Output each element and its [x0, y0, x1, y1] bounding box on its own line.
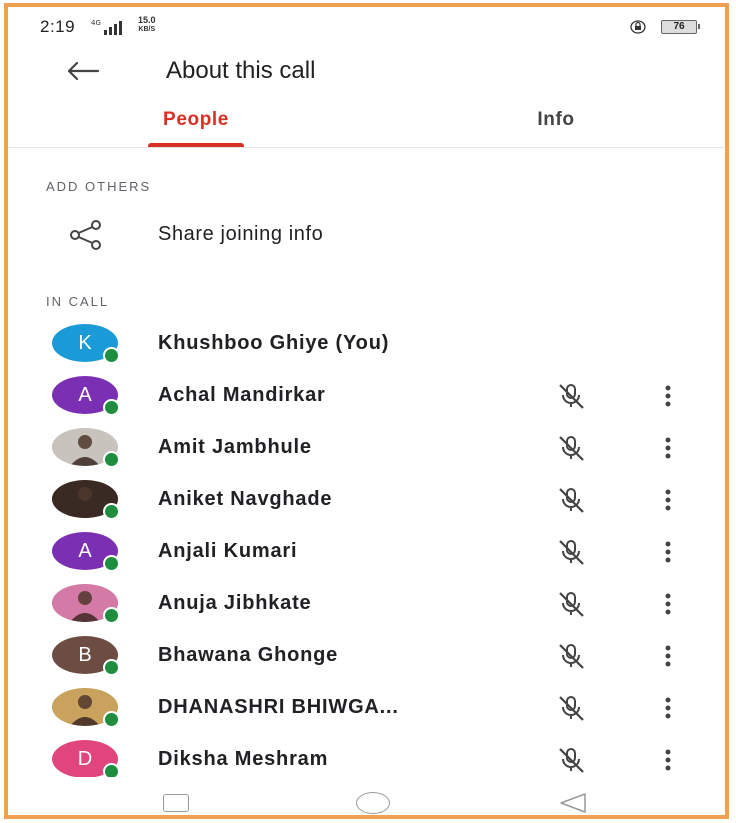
more-options-icon[interactable] [658, 642, 678, 670]
participant-name: Achal Mandirkar [158, 384, 326, 406]
more-options-icon[interactable] [658, 486, 678, 514]
recent-apps-button[interactable] [163, 794, 189, 812]
avatar-initial: A [78, 383, 92, 406]
more-options-icon[interactable] [658, 694, 678, 722]
arrow-back-icon [67, 61, 100, 81]
battery-icon: 76 [661, 20, 700, 34]
participant-row[interactable]: Aniket Navghade [8, 476, 725, 528]
participant-name: DHANASHRI BHIWGA... [158, 696, 399, 718]
mic-off-icon[interactable] [553, 382, 589, 410]
more-options-icon[interactable] [658, 434, 678, 462]
home-button[interactable] [356, 792, 390, 814]
avatar [52, 688, 120, 728]
mic-off-icon[interactable] [553, 538, 589, 566]
in-call-heading: IN CALL [46, 294, 110, 309]
back-button[interactable] [63, 53, 103, 89]
status-time: 2:19 [40, 17, 76, 36]
avatar-initial: A [78, 539, 92, 562]
share-joining-info-label: Share joining info [158, 223, 324, 245]
participant-row[interactable]: A Achal Mandirkar [8, 372, 725, 424]
online-status-dot [103, 451, 120, 468]
network-type: 4G [91, 19, 101, 27]
participant-name: Anjali Kumari [158, 540, 298, 562]
more-options-icon[interactable] [658, 382, 678, 410]
page-title: About this call [166, 57, 316, 84]
mic-off-icon[interactable] [553, 590, 589, 618]
more-options-icon[interactable] [658, 538, 678, 566]
participant-name: Khushboo Ghiye (You) [158, 332, 390, 354]
participant-row[interactable]: Amit Jambhule [8, 424, 725, 476]
participant-name: Diksha Meshram [158, 748, 329, 770]
tab-info[interactable]: Info [466, 102, 646, 147]
avatar: K [52, 324, 120, 364]
participant-name: Bhawana Ghonge [158, 644, 339, 666]
tab-people[interactable]: People [106, 102, 286, 147]
participant-name: Aniket Navghade [158, 488, 333, 510]
online-status-dot [103, 659, 120, 676]
battery-level: 76 [673, 21, 685, 32]
avatar-initial: K [78, 331, 92, 354]
online-status-dot [103, 711, 120, 728]
share-joining-info-item[interactable]: Share joining info [8, 207, 725, 263]
app-header: About this call [8, 47, 725, 97]
participant-row[interactable]: Anuja Jibhkate [8, 580, 725, 632]
online-status-dot [103, 399, 120, 416]
online-status-dot [103, 607, 120, 624]
more-options-icon[interactable] [658, 746, 678, 774]
avatar: A [52, 376, 120, 416]
avatar-initial: B [78, 643, 92, 666]
screenshot-frame: 2:19 4G 15.0 KB/S 76 About this call Peo… [4, 3, 729, 819]
participant-row[interactable]: DHANASHRI BHIWGA... [8, 684, 725, 736]
avatar: D [52, 740, 120, 780]
avatar-initial: D [77, 747, 93, 770]
avatar [52, 584, 120, 624]
add-others-heading: ADD OTHERS [46, 179, 152, 194]
rotation-lock-icon [630, 20, 646, 34]
online-status-dot [103, 555, 120, 572]
participant-row[interactable]: B Bhawana Ghonge [8, 632, 725, 684]
mic-off-icon[interactable] [553, 434, 589, 462]
mic-off-icon[interactable] [553, 746, 589, 774]
avatar [52, 480, 120, 520]
online-status-dot [103, 347, 120, 364]
network-speed: 15.0 KB/S [138, 16, 156, 34]
mic-off-icon[interactable] [553, 642, 589, 670]
online-status-dot [103, 503, 120, 520]
participant-name: Amit Jambhule [158, 436, 312, 458]
speed-value: 15.0 [138, 15, 156, 25]
avatar: B [52, 636, 120, 676]
participant-row[interactable]: K Khushboo Ghiye (You) [8, 320, 725, 372]
mic-off-icon[interactable] [553, 694, 589, 722]
speed-unit: KB/S [138, 26, 156, 33]
signal-icon: 4G [91, 19, 122, 35]
mic-off-icon[interactable] [553, 486, 589, 514]
nav-back-button[interactable] [558, 792, 588, 814]
avatar: A [52, 532, 120, 572]
participant-name: Anuja Jibhkate [158, 592, 312, 614]
status-bar: 2:19 4G 15.0 KB/S 76 [8, 7, 725, 47]
participant-row[interactable]: A Anjali Kumari [8, 528, 725, 580]
more-options-icon[interactable] [658, 590, 678, 618]
tab-bar: People Info [8, 102, 725, 148]
system-nav-bar [8, 777, 725, 815]
share-icon [70, 220, 101, 250]
avatar [52, 428, 120, 468]
